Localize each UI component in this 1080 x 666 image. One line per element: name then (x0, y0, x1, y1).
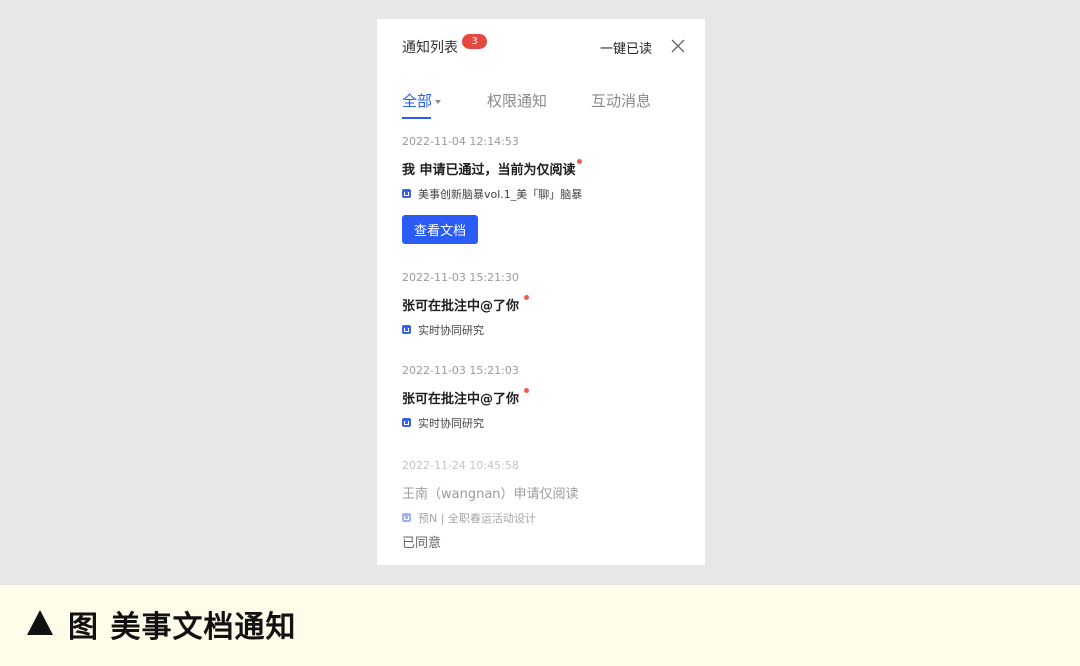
tab-all[interactable]: 全部 (402, 90, 442, 111)
notification-message: 王南（wangnan）申请仅阅读 (402, 483, 579, 502)
notification-panel: 通知列表 3 一键已读 全部 权限通知 互动消息 2022-11-04 12:1… (377, 19, 705, 565)
notification-message-text: 张可在批注中@了你 (402, 392, 520, 407)
notification-message: 我 申请已通过，当前为仅阅读 (402, 159, 582, 178)
triangle-up-icon (27, 610, 53, 635)
notification-timestamp: 2022-11-03 15:21:30 (402, 271, 519, 284)
unread-dot-icon (524, 388, 530, 393)
figure-caption-bar: 图 美事文档通知 (0, 585, 1080, 666)
notification-message-text: 我 申请已通过，当前为仅阅读 (402, 163, 576, 178)
close-icon[interactable] (670, 38, 686, 54)
active-tab-indicator (402, 117, 431, 119)
caret-down-icon (435, 99, 442, 104)
notification-doc-link[interactable]: 美事创新脑暴vol.1_美「聊」脑暴 (402, 186, 692, 201)
notification-doc-link[interactable]: 预N | 全职春运活动设计 (402, 510, 692, 525)
tab-interaction-messages[interactable]: 互动消息 (591, 90, 651, 111)
notification-doc-title: 美事创新脑暴vol.1_美「聊」脑暴 (418, 187, 583, 201)
notification-item[interactable]: 2022-11-24 10:45:58 王南（wangnan）申请仅阅读 预N … (402, 459, 692, 551)
notification-doc-link[interactable]: 实时协同研究 (402, 415, 692, 430)
figure-caption: 图 美事文档通知 (68, 610, 297, 645)
notification-doc-link[interactable]: 实时协同研究 (402, 322, 692, 337)
unread-dot-icon (576, 159, 582, 164)
document-icon (402, 189, 411, 198)
document-icon (402, 513, 411, 522)
mark-all-read-button[interactable]: 一键已读 (600, 38, 652, 57)
view-document-button[interactable]: 查看文档 (402, 215, 478, 244)
notification-doc-title: 预N | 全职春运活动设计 (418, 511, 536, 525)
notification-timestamp: 2022-11-24 10:45:58 (402, 459, 519, 472)
notification-doc-title: 实时协同研究 (418, 323, 484, 337)
document-icon (402, 418, 411, 427)
notification-message-text: 王南（wangnan）申请仅阅读 (402, 487, 579, 502)
request-status: 已同意 (402, 536, 442, 551)
unread-count-badge: 3 (462, 34, 487, 49)
notification-message: 张可在批注中@了你 (402, 295, 530, 314)
document-icon (402, 325, 411, 334)
notification-message-text: 张可在批注中@了你 (402, 299, 520, 314)
notification-timestamp: 2022-11-03 15:21:03 (402, 364, 519, 377)
tab-all-label: 全部 (402, 92, 433, 110)
notification-message: 张可在批注中@了你 (402, 388, 530, 407)
notification-timestamp: 2022-11-04 12:14:53 (402, 135, 519, 148)
tab-permission-notices[interactable]: 权限通知 (487, 90, 547, 111)
notification-item[interactable]: 2022-11-04 12:14:53 我 申请已通过，当前为仅阅读 美事创新脑… (402, 135, 692, 244)
notification-doc-title: 实时协同研究 (418, 416, 484, 430)
unread-dot-icon (524, 295, 530, 300)
notification-item[interactable]: 2022-11-03 15:21:30 张可在批注中@了你 实时协同研究 (402, 271, 692, 337)
panel-title: 通知列表 (402, 40, 458, 56)
notification-item[interactable]: 2022-11-03 15:21:03 张可在批注中@了你 实时协同研究 (402, 364, 692, 430)
